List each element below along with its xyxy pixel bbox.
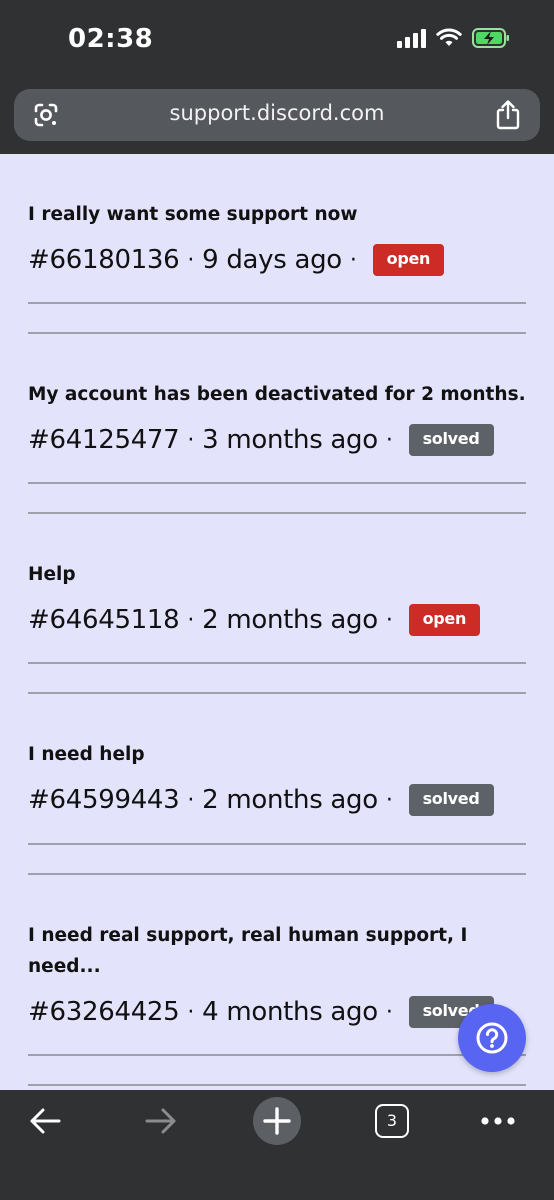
separator: · (385, 427, 393, 453)
wifi-icon (436, 28, 462, 46)
status-badge: open (408, 604, 481, 636)
ticket-age: 2 months ago (202, 605, 378, 635)
ticket-item[interactable]: Help #64645118 · 2 months ago · open (28, 559, 526, 636)
status-icons (397, 28, 510, 48)
divider (28, 843, 526, 845)
status-badge: open (372, 244, 445, 276)
question-mark-icon (476, 1022, 508, 1054)
divider (28, 482, 526, 484)
ticket-title[interactable]: Help (28, 559, 526, 590)
status-time: 02:38 (68, 24, 154, 54)
divider (28, 302, 526, 304)
url-text[interactable]: support.discord.com (14, 101, 540, 125)
help-button[interactable] (458, 1004, 526, 1072)
ticket-id: #64599443 (28, 785, 180, 815)
ticket-title[interactable]: My account has been deactivated for 2 mo… (28, 379, 526, 410)
separator: · (187, 787, 195, 813)
ticket-item[interactable]: I need help #64599443 · 2 months ago · s… (28, 739, 526, 816)
share-icon[interactable] (494, 99, 522, 131)
cellular-signal-icon (397, 28, 426, 48)
ticket-item[interactable]: I need real support, real human support,… (28, 920, 506, 1028)
divider (28, 512, 526, 514)
ticket-meta: #66180136 · 9 days ago · open (28, 244, 526, 276)
status-badge: solved (408, 784, 494, 816)
ticket-id: #66180136 (28, 245, 180, 275)
battery-charging-icon (472, 28, 509, 48)
tab-switcher-icon[interactable]: 3 (375, 1104, 409, 1138)
ticket-title[interactable]: I need help (28, 739, 526, 770)
divider (28, 1054, 526, 1056)
separator: · (385, 999, 393, 1025)
divider (28, 662, 526, 664)
status-badge: solved (408, 424, 494, 456)
ticket-id: #63264425 (28, 997, 180, 1027)
separator: · (349, 247, 357, 273)
more-dots-icon[interactable] (480, 1116, 516, 1126)
ticket-age: 3 months ago (202, 425, 378, 455)
ticket-id: #64125477 (28, 425, 180, 455)
forward-arrow-icon[interactable] (144, 1104, 178, 1138)
ticket-age: 2 months ago (202, 785, 378, 815)
back-arrow-icon[interactable] (28, 1104, 62, 1138)
address-bar[interactable]: support.discord.com (14, 89, 540, 141)
ticket-title[interactable]: I need real support, real human support,… (28, 920, 506, 982)
ticket-age: 4 months ago (202, 997, 378, 1027)
separator: · (187, 607, 195, 633)
ticket-meta: #64645118 · 2 months ago · open (28, 604, 526, 636)
divider (28, 1084, 526, 1086)
separator: · (187, 999, 195, 1025)
separator: · (385, 607, 393, 633)
divider (28, 692, 526, 694)
separator: · (187, 427, 195, 453)
ticket-list-page: I really want some support now #66180136… (0, 154, 554, 1090)
ticket-meta: #63264425 · 4 months ago · solved (28, 996, 506, 1028)
ticket-item[interactable]: I really want some support now #66180136… (28, 199, 526, 276)
ticket-age: 9 days ago (202, 245, 342, 275)
divider (28, 332, 526, 334)
separator: · (187, 247, 195, 273)
ticket-meta: #64599443 · 2 months ago · solved (28, 784, 526, 816)
divider (28, 873, 526, 875)
new-tab-plus-icon[interactable] (252, 1096, 302, 1146)
browser-bottom-toolbar (0, 1090, 554, 1200)
browser-top-chrome: 02:38 support.discord.com (0, 0, 554, 154)
separator: · (385, 787, 393, 813)
ticket-item[interactable]: My account has been deactivated for 2 mo… (28, 379, 526, 456)
ticket-meta: #64125477 · 3 months ago · solved (28, 424, 526, 456)
ticket-id: #64645118 (28, 605, 180, 635)
ticket-title[interactable]: I really want some support now (28, 199, 526, 230)
